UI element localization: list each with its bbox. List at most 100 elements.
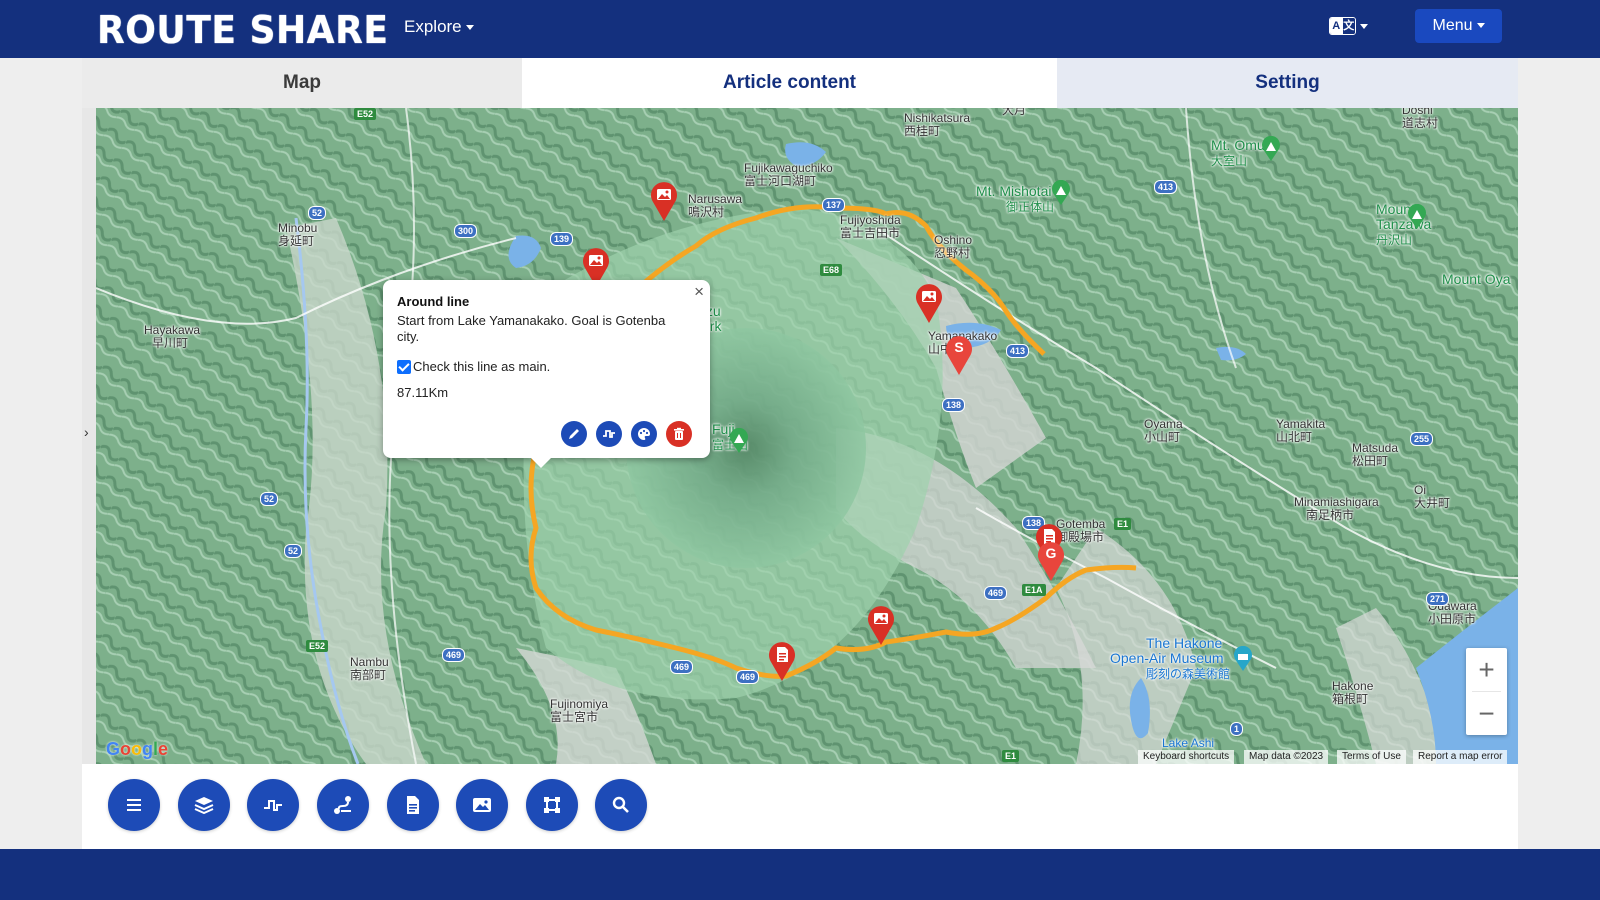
label-nambu-jp: 南部町 <box>350 668 387 682</box>
label-nishikatsura-jp: 西桂町 <box>904 124 941 138</box>
tab-article-content[interactable]: Article content <box>522 58 1057 108</box>
zoom-in-button[interactable]: + <box>1466 648 1507 691</box>
shield-137: 137 <box>822 198 846 212</box>
shield-469d: 469 <box>984 586 1008 600</box>
label-fujiyoshida-jp: 富士吉田市 <box>840 226 901 240</box>
shield-e68: E68 <box>820 264 843 276</box>
area-tool-button[interactable] <box>526 779 578 831</box>
image-tool-button[interactable] <box>456 779 508 831</box>
park-icon <box>1262 136 1280 161</box>
label-fujikawaguchiko-jp: 富士河口湖町 <box>744 174 817 188</box>
color-button[interactable] <box>631 421 657 447</box>
label-matsuda-jp: 松田町 <box>1352 454 1389 468</box>
elevation-icon <box>603 430 615 438</box>
report-error-link[interactable]: Report a map error <box>1413 750 1508 764</box>
pencil-icon <box>569 429 579 439</box>
park-icon <box>730 428 748 453</box>
document-icon <box>407 796 419 814</box>
shield-52b: 52 <box>260 492 279 506</box>
layers-tool-button[interactable] <box>178 779 230 831</box>
shield-1: 1 <box>1230 722 1244 736</box>
photo-marker[interactable] <box>866 604 896 646</box>
museum-icon <box>1234 646 1252 671</box>
photo-marker[interactable] <box>649 180 679 222</box>
route-icon <box>334 796 351 814</box>
explore-label: Explore <box>404 17 462 36</box>
label-hakone: Hakone <box>1332 679 1374 693</box>
app-logo[interactable]: ROUTE SHARE <box>97 8 388 52</box>
shield-469b: 469 <box>670 660 694 674</box>
route-tool-button[interactable] <box>317 779 369 831</box>
label-oi-jp: 大井町 <box>1414 496 1451 510</box>
page-footer <box>0 849 1600 900</box>
tab-map[interactable]: Map <box>82 58 522 108</box>
label-minamiashigara-jp: 南足柄市 <box>1306 508 1355 522</box>
shield-e52: E52 <box>354 108 377 120</box>
close-icon[interactable]: × <box>694 282 704 302</box>
label-hayakawa-jp: 早川町 <box>152 336 189 350</box>
label-mt-mishotai-jp: 御正体山 <box>1006 200 1055 214</box>
goal-marker[interactable]: G <box>1036 540 1066 582</box>
elevation-icon <box>264 800 282 811</box>
label-narusawa: Narusawa <box>688 192 743 206</box>
label-hakone-museum-2: Open-Air Museum <box>1110 650 1224 666</box>
keyboard-shortcuts-link[interactable]: Keyboard shortcuts <box>1138 750 1235 764</box>
park-icon <box>1052 180 1070 205</box>
image-pin-icon <box>916 284 942 323</box>
map-canvas[interactable]: Nishikatsura 西桂町 大月 Doshi 道志村 Mt. Omuro 大室山… <box>96 108 1518 764</box>
language-switcher[interactable]: A 文 <box>1329 17 1368 35</box>
start-label: S <box>954 339 964 355</box>
sidebar-toggle[interactable]: › <box>82 108 96 764</box>
label-nishikatsura: Nishikatsura <box>904 111 971 125</box>
shield-469: 469 <box>442 648 466 662</box>
main-line-checkbox-label: Check this line as main. <box>413 359 551 374</box>
tab-setting[interactable]: Setting <box>1057 58 1518 108</box>
search-tool-button[interactable] <box>595 779 647 831</box>
label-minobu: Minobu <box>278 221 318 235</box>
label-hakone-museum-jp: 彫刻の森美術館 <box>1146 667 1231 681</box>
elevation-button[interactable] <box>596 421 622 447</box>
main-line-checkbox[interactable] <box>397 359 411 374</box>
shield-255: 255 <box>1410 432 1434 446</box>
shield-413b: 413 <box>1006 344 1030 358</box>
menu-tool-button[interactable] <box>108 779 160 831</box>
label-doshi-jp: 道志村 <box>1402 116 1439 130</box>
image-pin-icon <box>651 182 677 221</box>
shield-e52b: E52 <box>306 640 329 652</box>
crop-icon <box>544 797 560 813</box>
label-fujinomiya-jp: 富士宮市 <box>550 710 599 724</box>
photo-marker[interactable] <box>914 282 944 324</box>
image-icon <box>473 798 491 812</box>
label-hakone-jp: 箱根町 <box>1332 692 1369 706</box>
delete-line-button[interactable] <box>666 421 692 447</box>
shield-413: 413 <box>1154 180 1178 194</box>
terms-link[interactable]: Terms of Use <box>1337 750 1406 764</box>
document-pin-icon <box>769 642 795 681</box>
shield-469c: 469 <box>736 670 760 684</box>
label-minamiashigara: Minamiashigara <box>1294 495 1379 509</box>
label-yamakita-jp: 山北町 <box>1276 430 1313 444</box>
popup-actions <box>561 421 692 447</box>
explore-dropdown[interactable]: Explore <box>404 17 474 37</box>
article-marker[interactable] <box>767 640 797 682</box>
zoom-out-button[interactable]: − <box>1466 692 1507 735</box>
google-logo: Google <box>106 739 169 759</box>
palette-icon <box>638 428 650 440</box>
elevation-tool-button[interactable] <box>247 779 299 831</box>
label-narusawa-jp: 鳴沢村 <box>688 205 725 219</box>
lang-a-label: A <box>1330 18 1343 34</box>
chevron-down-icon <box>1476 23 1485 29</box>
edit-line-button[interactable] <box>561 421 587 447</box>
label-oyama: Oyama <box>1144 417 1183 431</box>
image-pin-icon <box>868 606 894 645</box>
shield-52c: 52 <box>284 544 303 558</box>
label-fujikawaguchiko: Fujikawaguchiko <box>744 161 833 175</box>
label-minobu-jp: 身延町 <box>278 234 315 248</box>
start-marker[interactable]: S <box>944 334 974 376</box>
menu-button[interactable]: Menu <box>1415 9 1502 43</box>
article-tool-button[interactable] <box>387 779 439 831</box>
main-line-checkbox-row[interactable]: Check this line as main. <box>397 359 696 374</box>
shield-e1b: E1 <box>1002 750 1020 762</box>
route-info-popup: × Around line Start from Lake Yamanakako… <box>383 280 710 468</box>
label-mount-tanzawa-jp: 丹沢山 <box>1376 233 1413 247</box>
